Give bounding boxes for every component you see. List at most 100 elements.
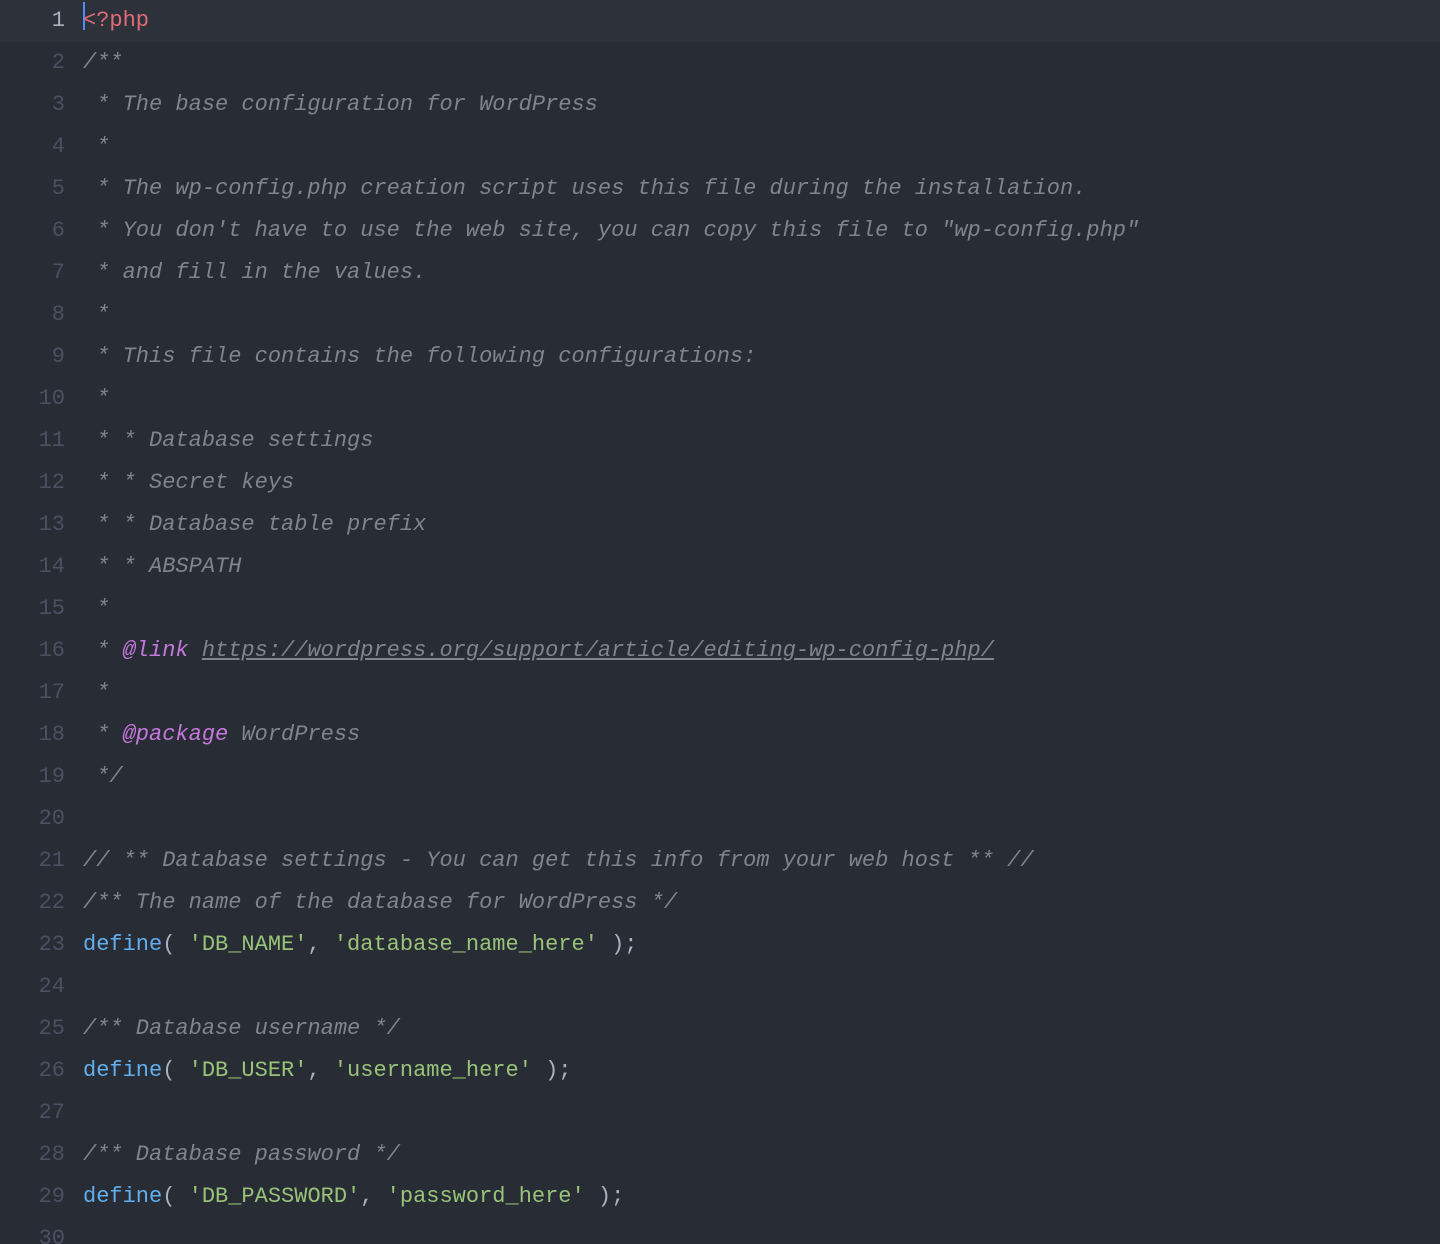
code-line[interactable]: /** (83, 42, 1440, 84)
code-line[interactable]: <?php (83, 0, 1440, 42)
line-number[interactable]: 28 (0, 1134, 65, 1176)
code-area[interactable]: <?php /** * The base configuration for Wo… (83, 0, 1440, 1244)
code-line[interactable]: * (83, 672, 1440, 714)
line-number[interactable]: 25 (0, 1008, 65, 1050)
code-line[interactable]: * * Secret keys (83, 462, 1440, 504)
line-number[interactable]: 21 (0, 840, 65, 882)
token-str: 'DB_PASSWORD' (189, 1184, 361, 1209)
line-number[interactable]: 27 (0, 1092, 65, 1134)
token-str: 'username_here' (334, 1058, 532, 1083)
code-line[interactable]: * You don't have to use the web site, yo… (83, 210, 1440, 252)
code-line[interactable] (83, 798, 1440, 840)
code-line[interactable] (83, 966, 1440, 1008)
token-tag: <?php (83, 8, 149, 33)
token-cmt: // ** Database settings - You can get th… (83, 848, 1034, 873)
token-cmt: * * Secret keys (83, 470, 294, 495)
line-number[interactable]: 22 (0, 882, 65, 924)
line-number[interactable]: 11 (0, 420, 65, 462)
code-line[interactable]: /** The name of the database for WordPre… (83, 882, 1440, 924)
token-cmt: /** The name of the database for WordPre… (83, 890, 677, 915)
line-number[interactable]: 7 (0, 252, 65, 294)
token-cmt: * * ABSPATH (83, 554, 241, 579)
token-cmt: * This file contains the following confi… (83, 344, 756, 369)
code-line[interactable]: /** Database password */ (83, 1134, 1440, 1176)
code-editor[interactable]: 1234567891011121314151617181920212223242… (0, 0, 1440, 1244)
token-doctag: @package (123, 722, 229, 747)
token-cmt: /** Database username */ (83, 1016, 400, 1041)
line-number[interactable]: 5 (0, 168, 65, 210)
token-cmt: * (83, 302, 109, 327)
token-punc: ( (162, 1184, 188, 1209)
line-number[interactable]: 26 (0, 1050, 65, 1092)
token-punc: ( (162, 1058, 188, 1083)
token-punc: , (360, 1184, 386, 1209)
token-punc: , (307, 1058, 333, 1083)
token-fn: define (83, 1058, 162, 1083)
token-punc: , (307, 932, 333, 957)
code-line[interactable]: * The wp-config.php creation script uses… (83, 168, 1440, 210)
line-number[interactable]: 29 (0, 1176, 65, 1218)
code-line[interactable]: define( 'DB_PASSWORD', 'password_here' )… (83, 1176, 1440, 1218)
line-number[interactable]: 9 (0, 336, 65, 378)
token-cmt: * (83, 386, 109, 411)
token-cmt: */ (83, 764, 123, 789)
token-str: 'DB_USER' (189, 1058, 308, 1083)
line-number[interactable]: 24 (0, 966, 65, 1008)
line-number-gutter[interactable]: 1234567891011121314151617181920212223242… (0, 0, 83, 1244)
line-number[interactable]: 20 (0, 798, 65, 840)
token-str: 'password_here' (387, 1184, 585, 1209)
token-cmt: /** (83, 50, 123, 75)
code-line[interactable]: * and fill in the values. (83, 252, 1440, 294)
code-line[interactable]: * (83, 588, 1440, 630)
line-number[interactable]: 23 (0, 924, 65, 966)
line-number[interactable]: 16 (0, 630, 65, 672)
token-doctag: @link (123, 638, 189, 663)
line-number[interactable]: 2 (0, 42, 65, 84)
line-number[interactable]: 13 (0, 504, 65, 546)
token-punc: ); (585, 1184, 625, 1209)
token-fn: define (83, 1184, 162, 1209)
code-line[interactable]: // ** Database settings - You can get th… (83, 840, 1440, 882)
line-number[interactable]: 3 (0, 84, 65, 126)
token-cmt: * The base configuration for WordPress (83, 92, 598, 117)
line-number[interactable]: 18 (0, 714, 65, 756)
token-punc: ( (162, 932, 188, 957)
line-number[interactable]: 6 (0, 210, 65, 252)
token-cmt: * You don't have to use the web site, yo… (83, 218, 1139, 243)
token-cmt: * (83, 680, 109, 705)
token-cmt: WordPress (228, 722, 360, 747)
code-line[interactable]: define( 'DB_NAME', 'database_name_here' … (83, 924, 1440, 966)
line-number[interactable]: 19 (0, 756, 65, 798)
code-line[interactable]: define( 'DB_USER', 'username_here' ); (83, 1050, 1440, 1092)
line-number[interactable]: 1 (0, 0, 65, 42)
line-number[interactable]: 17 (0, 672, 65, 714)
line-number[interactable]: 30 (0, 1218, 65, 1244)
token-cmt: * * Database settings (83, 428, 373, 453)
code-line[interactable]: */ (83, 756, 1440, 798)
code-line[interactable] (83, 1218, 1440, 1244)
code-line[interactable]: * * Database settings (83, 420, 1440, 462)
code-line[interactable]: * @package WordPress (83, 714, 1440, 756)
line-number[interactable]: 15 (0, 588, 65, 630)
token-link: https://wordpress.org/support/article/ed… (202, 638, 994, 663)
line-number[interactable]: 8 (0, 294, 65, 336)
line-number[interactable]: 4 (0, 126, 65, 168)
code-line[interactable]: * (83, 294, 1440, 336)
token-cmt: * (83, 596, 109, 621)
token-cmt: * and fill in the values. (83, 260, 426, 285)
code-line[interactable]: * * Database table prefix (83, 504, 1440, 546)
token-cmt: * (83, 638, 123, 663)
code-line[interactable] (83, 1092, 1440, 1134)
code-line[interactable]: * This file contains the following confi… (83, 336, 1440, 378)
code-line[interactable]: * The base configuration for WordPress (83, 84, 1440, 126)
token-cmt (189, 638, 202, 663)
code-line[interactable]: * (83, 126, 1440, 168)
code-line[interactable]: * (83, 378, 1440, 420)
token-cmt: * (83, 722, 123, 747)
code-line[interactable]: * * ABSPATH (83, 546, 1440, 588)
line-number[interactable]: 14 (0, 546, 65, 588)
line-number[interactable]: 12 (0, 462, 65, 504)
code-line[interactable]: /** Database username */ (83, 1008, 1440, 1050)
line-number[interactable]: 10 (0, 378, 65, 420)
code-line[interactable]: * @link https://wordpress.org/support/ar… (83, 630, 1440, 672)
